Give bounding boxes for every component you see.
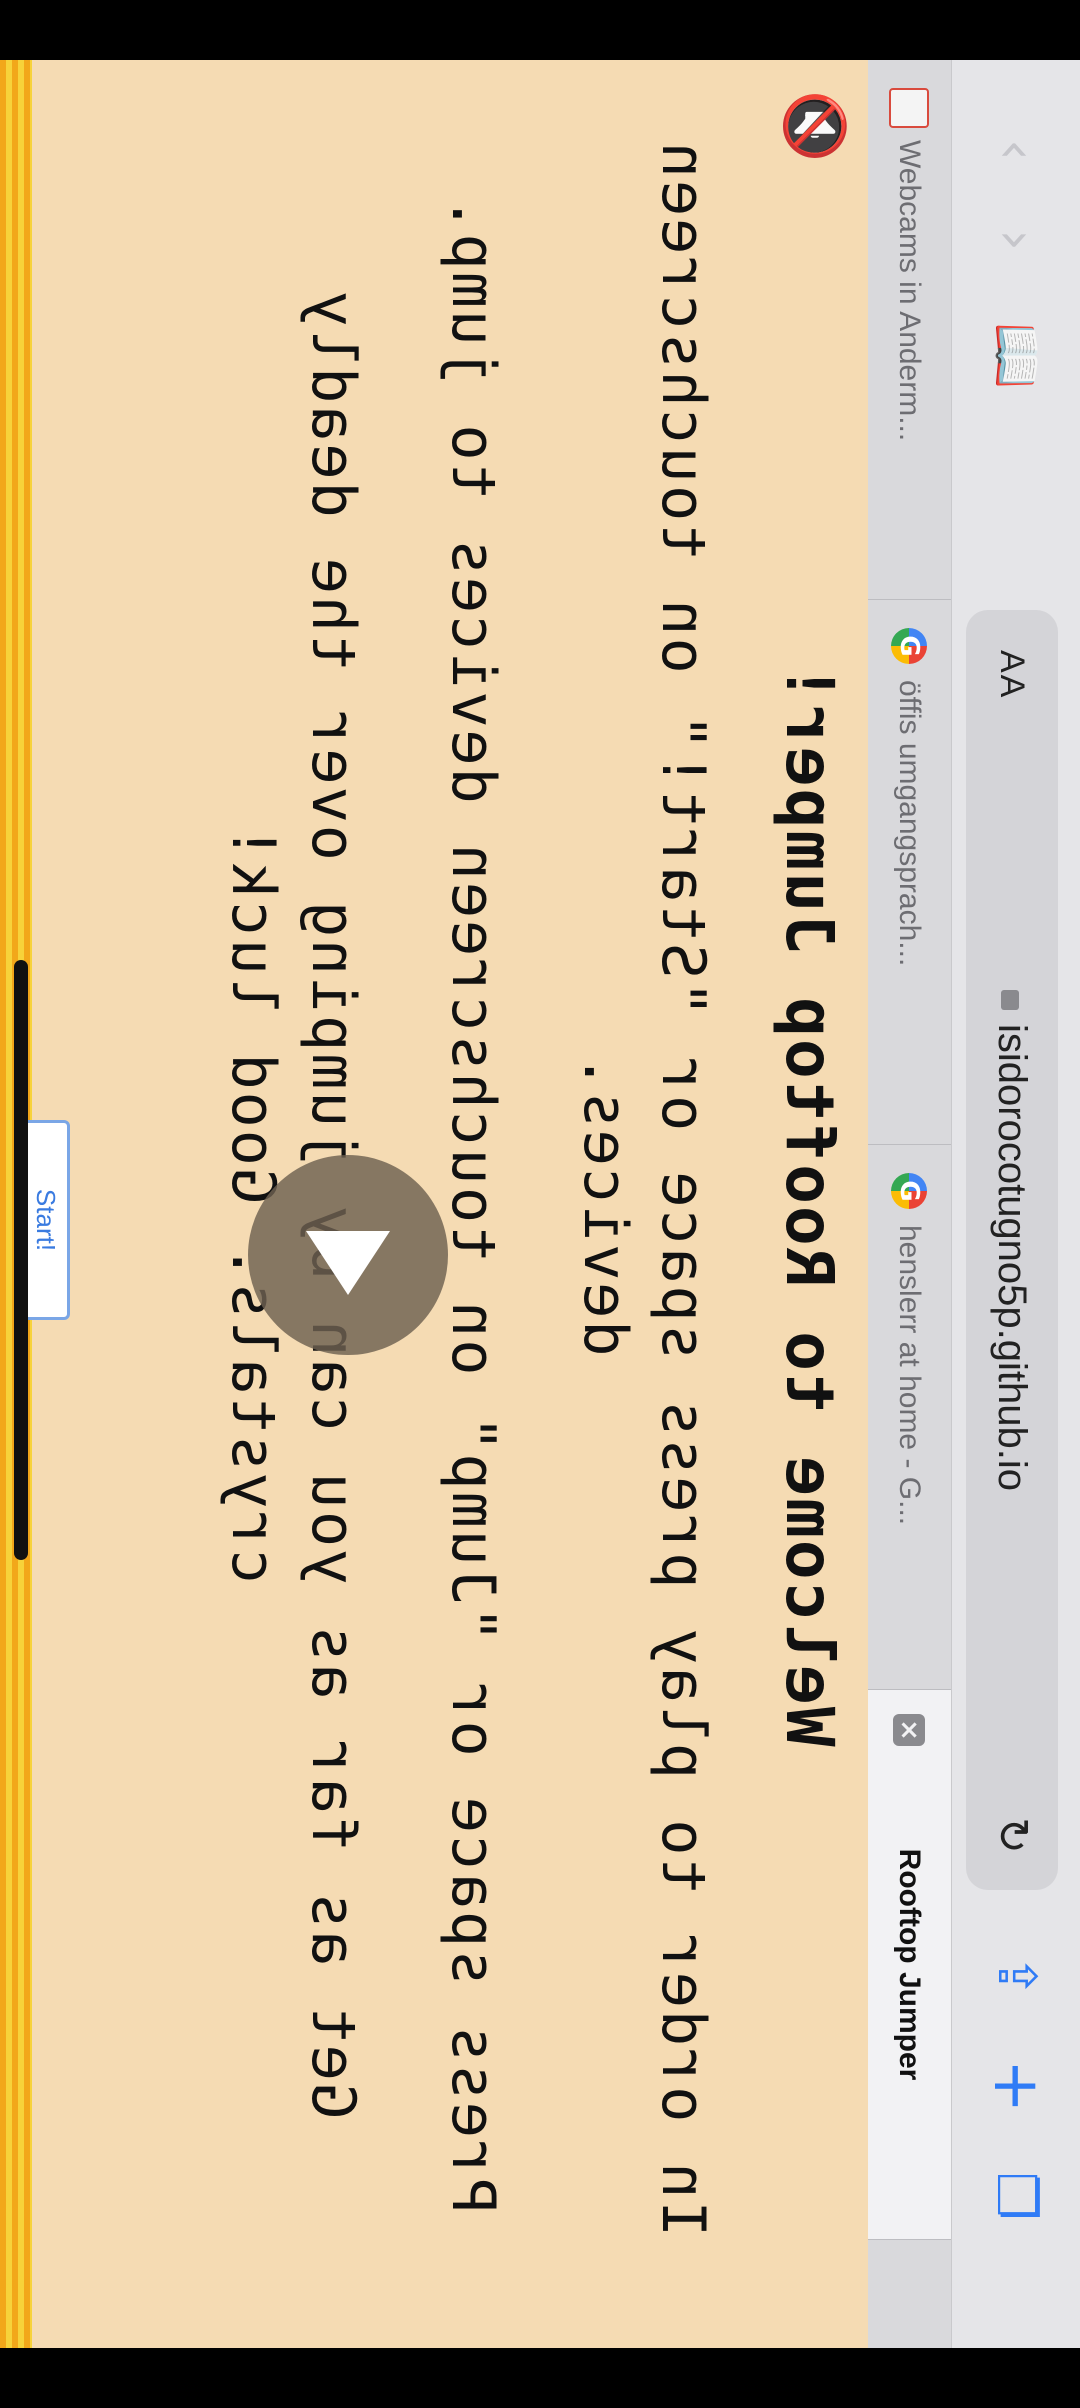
lock-icon bbox=[1001, 990, 1019, 1010]
start-button[interactable]: Start! bbox=[22, 1120, 70, 1320]
new-tab-icon[interactable]: + bbox=[979, 2050, 1053, 2122]
share-icon[interactable]: ⇪ bbox=[980, 1940, 1052, 2012]
tab-henslerr[interactable]: G henslerr at home - G... bbox=[867, 1145, 951, 1690]
webcam-icon bbox=[889, 88, 929, 128]
url-text: isidorocotugno5p.github.io bbox=[966, 990, 1058, 1491]
game-title: Welcome to Rooftop Jumper! bbox=[771, 661, 848, 1747]
tab-strip: Webcams in Anderm... G öffis umgangsprac… bbox=[867, 60, 952, 2348]
instruction-start-cont: devices. bbox=[570, 1051, 640, 1357]
tab-rooftop-jumper[interactable]: × Rooftop Jumper bbox=[867, 1690, 951, 2240]
reader-aa-button[interactable]: AA bbox=[966, 650, 1058, 699]
tab-label: öffis umgangsprach... bbox=[893, 680, 926, 967]
browser-chrome: ‹ › 📖 AA isidorocotugno5p.github.io ↻ ⇪ … bbox=[867, 60, 1080, 2348]
google-icon: G bbox=[891, 1173, 927, 1209]
close-tab-icon[interactable]: × bbox=[893, 1714, 925, 1746]
screen: ‹ › 📖 AA isidorocotugno5p.github.io ↻ ⇪ … bbox=[0, 0, 1080, 2408]
tab-label: Webcams in Anderm... bbox=[893, 140, 926, 442]
bookmarks-icon[interactable]: 📖 bbox=[980, 320, 1052, 392]
play-overlay-button[interactable] bbox=[248, 1155, 448, 1355]
back-icon[interactable]: ‹ bbox=[985, 120, 1048, 180]
reload-icon[interactable]: ↻ bbox=[966, 1817, 1058, 1854]
tab-label: henslerr at home - G... bbox=[893, 1225, 926, 1526]
scrollbar-thumb[interactable] bbox=[14, 960, 28, 1560]
browser-toolbar: ‹ › 📖 AA isidorocotugno5p.github.io ↻ ⇪ … bbox=[952, 60, 1080, 2348]
instruction-jump: Press space or "Jump" on touchscreen dev… bbox=[438, 193, 508, 2215]
google-icon: G bbox=[891, 628, 927, 664]
address-bar[interactable]: AA isidorocotugno5p.github.io ↻ bbox=[966, 610, 1058, 1890]
tab-oeffis[interactable]: G öffis umgangsprach... bbox=[867, 600, 951, 1145]
forward-icon[interactable]: › bbox=[985, 210, 1048, 270]
tab-label: Rooftop Jumper bbox=[893, 1848, 926, 2081]
tab-webcams[interactable]: Webcams in Anderm... bbox=[867, 60, 951, 600]
game-page[interactable]: 🔇 Welcome to Rooftop Jumper! In order to… bbox=[0, 60, 868, 2348]
instruction-start: In order to play press space or "Start!"… bbox=[648, 140, 718, 2237]
url-label: isidorocotugno5p.github.io bbox=[990, 1024, 1034, 1492]
tabs-overview-icon[interactable]: ❐ bbox=[980, 2160, 1052, 2232]
landscape-frame: ‹ › 📖 AA isidorocotugno5p.github.io ↻ ⇪ … bbox=[0, 60, 1080, 2348]
